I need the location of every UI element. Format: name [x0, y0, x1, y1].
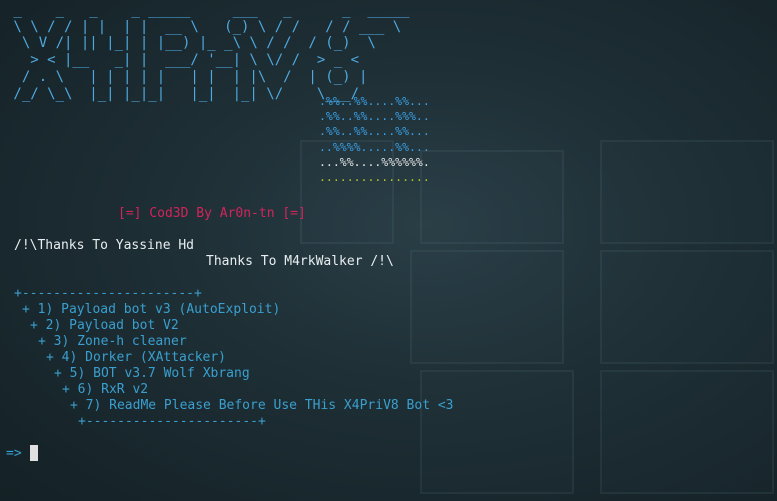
flag-line: .%%..%%....%%%.. [319, 109, 430, 124]
menu-item-1: + 1) Payload bot v3 (AutoExploit) [22, 302, 281, 317]
menu-item-3: + 3) Zone-h cleaner [38, 334, 187, 349]
flag-ascii-art: .%%..%%....%%... .%%..%%....%%%.. .%%..%… [319, 94, 430, 185]
menu-item-4: + 4) Dorker (XAttacker) [46, 350, 227, 365]
thanks-credit-2: Thanks To M4rkWalker /!\ [206, 254, 394, 269]
banner-ascii-art: _ _ _ _ _____ ___ _ _ _____ \ \ / / | | … [13, 2, 410, 102]
command-prompt: => [6, 446, 22, 461]
flag-line: ..%%%%.....%%... [319, 139, 430, 154]
thanks-credit-1: /!\Thanks To Yassine Hd [14, 238, 195, 253]
flag-line: ................ [319, 170, 430, 185]
flag-line: .%%..%%....%%... [319, 94, 430, 108]
menu-border-bottom: +----------------------+ [78, 414, 266, 429]
flag-line: ...%%....%%%%%%. [319, 154, 430, 169]
menu-item-6: + 6) RxR v2 [62, 382, 149, 397]
menu-item-7: + 7) ReadMe Please Before Use THis X4Pri… [70, 398, 454, 413]
flag-line: .%%..%%....%%... [319, 124, 430, 139]
terminal-input-cursor[interactable] [30, 445, 38, 461]
menu-border-top: +----------------------+ [14, 286, 202, 301]
menu-item-2: + 2) Payload bot V2 [30, 318, 179, 333]
menu-item-5: + 5) BOT v3.7 Wolf Xbrang [54, 366, 250, 381]
coded-by-credit: [=] Cod3D By Ar0n-tn [=] [118, 206, 306, 221]
